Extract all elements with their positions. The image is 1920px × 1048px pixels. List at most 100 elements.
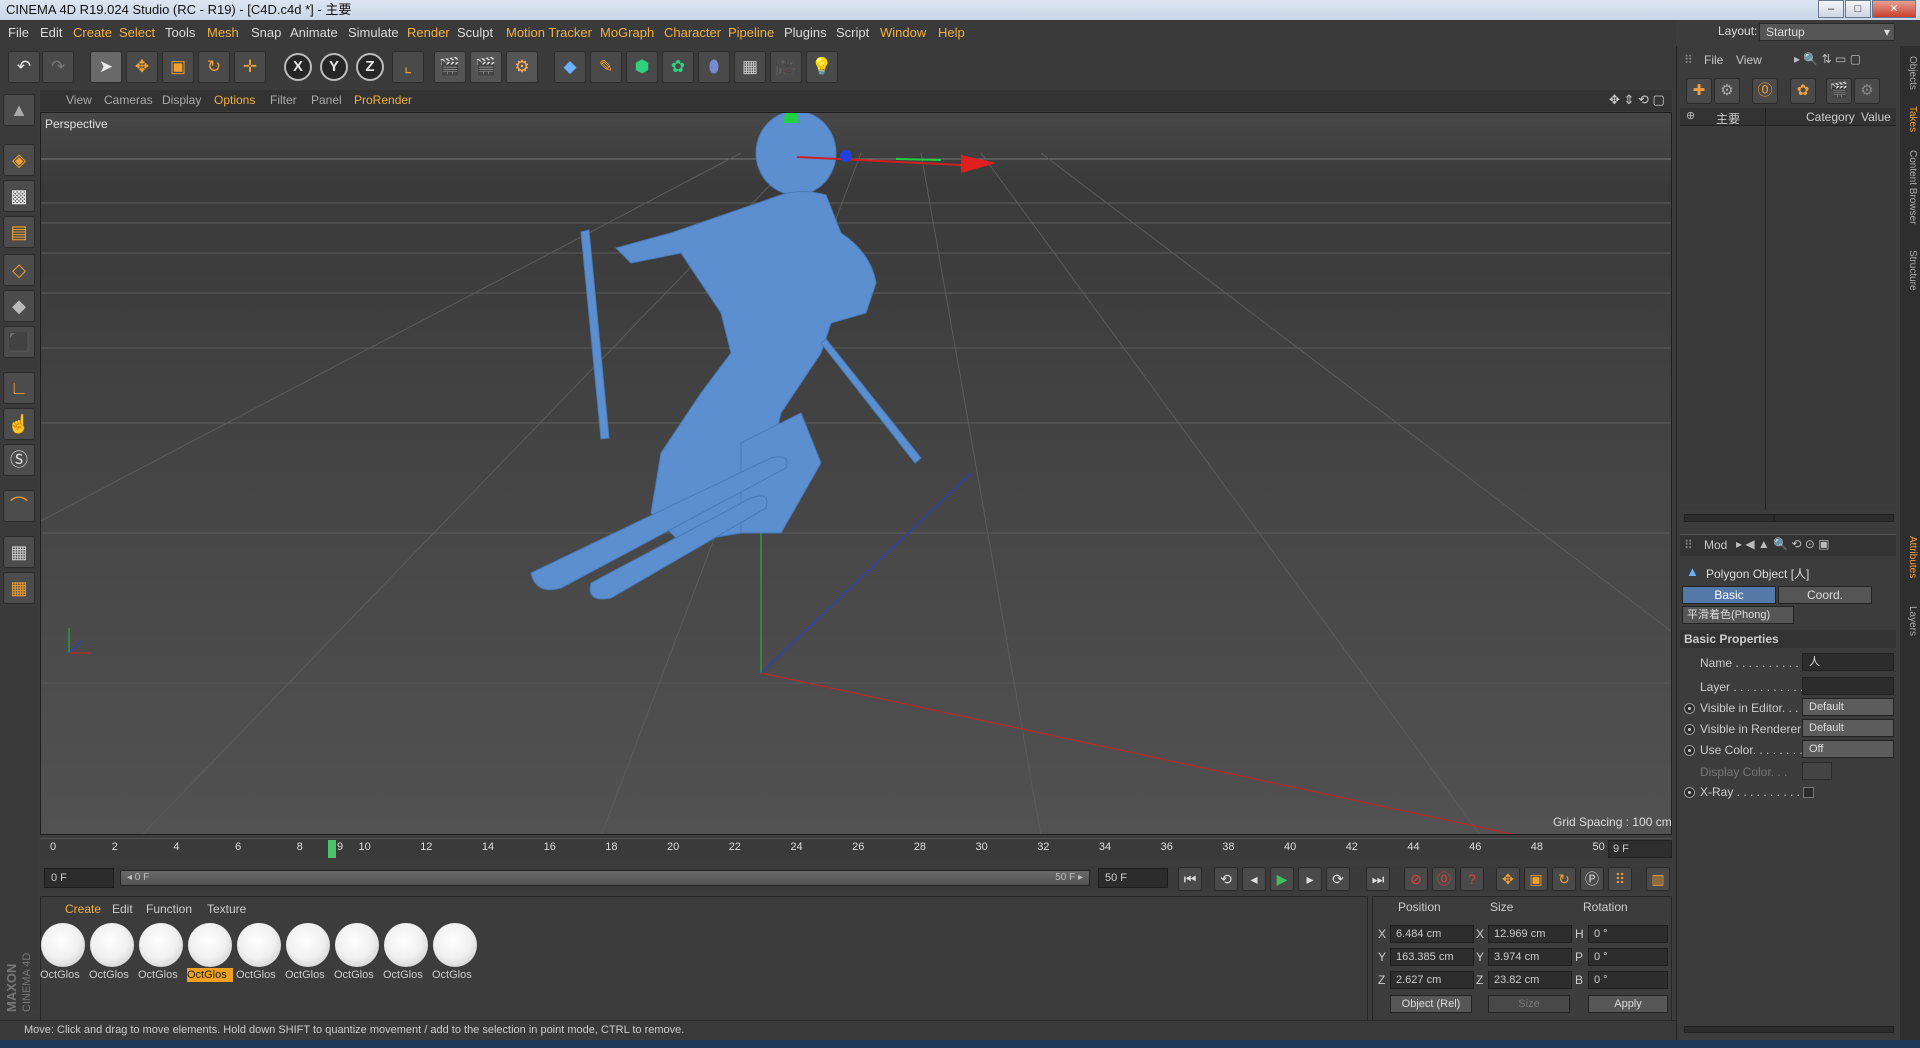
material-menu-texture[interactable]: Texture <box>207 902 246 916</box>
planar-workplane-icon[interactable]: ▦ <box>3 572 35 604</box>
axis-mode-icon[interactable]: ∟ <box>3 372 35 404</box>
minimize-button[interactable]: – <box>1818 0 1844 18</box>
takes-icon[interactable]: ⓪ <box>1752 78 1778 104</box>
z-axis-lock-icon[interactable]: Z <box>356 53 384 81</box>
xray-checkbox[interactable] <box>1803 787 1814 798</box>
viewport-menu-panel[interactable]: Panel <box>311 93 342 107</box>
timeline-window-icon[interactable]: ▥ <box>1646 867 1670 891</box>
size-z-field[interactable]: 23.82 cm <box>1488 971 1572 989</box>
size-x-field[interactable]: 12.969 cm <box>1488 925 1572 943</box>
objects-menu-view[interactable]: View <box>1736 53 1762 67</box>
previous-frame-icon[interactable]: ◂ <box>1242 867 1266 891</box>
viewport-menu-prorender[interactable]: ProRender <box>354 93 412 107</box>
tab-coord[interactable]: Coord. <box>1778 586 1872 604</box>
points-mode-icon[interactable]: ◇ <box>3 254 35 286</box>
viewport-menu-display[interactable]: Display <box>162 93 201 107</box>
key-rotation-icon[interactable]: ↻ <box>1552 867 1576 891</box>
menu-character[interactable]: Character <box>664 25 721 41</box>
solo-icon[interactable]: Ⓢ <box>3 444 35 476</box>
render-picture-viewer-icon[interactable]: 🎬 <box>470 51 502 83</box>
visible-editor-radio[interactable] <box>1684 703 1695 714</box>
use-color-radio[interactable] <box>1684 745 1695 756</box>
menu-file[interactable]: File <box>8 25 29 41</box>
pen-icon[interactable]: ✎ <box>590 51 622 83</box>
override-icon[interactable]: ✿ <box>1790 78 1816 104</box>
horizontal-scrollbar[interactable] <box>1684 514 1774 522</box>
coordinate-system-icon[interactable]: ⌞ <box>392 51 424 83</box>
current-frame-field[interactable]: 9 F <box>1608 840 1672 858</box>
y-axis-lock-icon[interactable]: Y <box>320 53 348 81</box>
position-z-field[interactable]: 2.627 cm <box>1390 971 1474 989</box>
menu-help[interactable]: Help <box>938 25 965 41</box>
frame-range-slider[interactable]: ◂ 0 F 50 F ▸ <box>120 870 1090 886</box>
position-y-field[interactable]: 163.385 cm <box>1390 948 1474 966</box>
attributes-nav-icons[interactable]: ▸ ◀ ▲ 🔍 ⟲ ⊙ ▣ <box>1736 537 1830 551</box>
object-tag-icon[interactable]: ⚙ <box>1714 78 1740 104</box>
xray-radio[interactable] <box>1684 787 1695 798</box>
tab-phong[interactable]: 平滑着色(Phong) <box>1682 606 1794 624</box>
menu-sculpt[interactable]: Sculpt <box>457 25 493 41</box>
attributes-mode-menu[interactable]: Mod <box>1704 538 1727 552</box>
cloner-icon[interactable]: ✿ <box>662 51 694 83</box>
menu-mograph[interactable]: MoGraph <box>600 25 654 41</box>
deformer-icon[interactable]: ⬮ <box>698 51 730 83</box>
objects-list[interactable] <box>1680 126 1896 510</box>
viewport-menu-cameras[interactable]: Cameras <box>104 93 153 107</box>
side-tab-objects[interactable]: Objects <box>1902 56 1918 90</box>
material-swatch[interactable]: OctGlos <box>138 922 184 982</box>
menu-create[interactable]: Create <box>73 25 112 41</box>
menu-simulate[interactable]: Simulate <box>348 25 399 41</box>
material-swatch[interactable]: OctGlos <box>285 922 331 982</box>
model-mode-icon[interactable]: ◈ <box>3 144 35 176</box>
playhead[interactable] <box>328 840 336 858</box>
objects-menu-file[interactable]: File <box>1704 53 1723 67</box>
subdivision-icon[interactable]: ⬢ <box>626 51 658 83</box>
tab-basic[interactable]: Basic <box>1682 586 1776 604</box>
key-pla-icon[interactable]: ⠿ <box>1608 867 1632 891</box>
menu-pipeline[interactable]: Pipeline <box>728 25 774 41</box>
viewport-menu-filter[interactable]: Filter <box>270 93 297 107</box>
rotation-h-field[interactable]: 0 ° <box>1588 925 1668 943</box>
viewport-nav-icon[interactable]: ✥ ⇕ ⟲ ▢ <box>1609 92 1665 108</box>
cube-icon[interactable]: ◆ <box>554 51 586 83</box>
rotation-p-field[interactable]: 0 ° <box>1588 948 1668 966</box>
key-scale-icon[interactable]: ▣ <box>1524 867 1548 891</box>
floor-icon[interactable]: ▦ <box>734 51 766 83</box>
key-parameter-icon[interactable]: Ⓟ <box>1580 867 1604 891</box>
keyframe-selection-icon[interactable]: ? <box>1460 867 1484 891</box>
attributes-scrollbar[interactable] <box>1684 1026 1894 1033</box>
take-expand-icon[interactable]: ⊕ <box>1686 109 1695 122</box>
end-frame-field[interactable]: 50 F <box>1098 868 1168 888</box>
material-menu-function[interactable]: Function <box>146 902 192 916</box>
menu-edit[interactable]: Edit <box>40 25 62 41</box>
render-take-icon[interactable]: 🎬 <box>1826 78 1852 104</box>
material-swatch[interactable]: OctGlos <box>89 922 135 982</box>
visible-editor-select[interactable]: Default <box>1802 698 1894 716</box>
start-frame-field[interactable]: 0 F <box>44 868 114 888</box>
material-swatch[interactable]: OctGlos <box>236 922 282 982</box>
x-axis-lock-icon[interactable]: X <box>284 53 312 81</box>
display-color-swatch[interactable] <box>1802 762 1832 780</box>
go-to-start-icon[interactable]: ⏮ <box>1178 867 1202 891</box>
polygons-mode-icon[interactable]: ⬛ <box>3 326 35 358</box>
workplane-lock-icon[interactable]: ▦ <box>3 536 35 568</box>
previous-key-icon[interactable]: ⟲ <box>1214 867 1238 891</box>
menu-animate[interactable]: Animate <box>290 25 338 41</box>
render-view-icon[interactable]: 🎬 <box>434 51 466 83</box>
maximize-button[interactable]: □ <box>1845 0 1871 18</box>
side-tab-layers[interactable]: Layers <box>1902 606 1918 636</box>
light-icon[interactable]: 💡 <box>806 51 838 83</box>
snap-icon[interactable]: ⌒ <box>3 490 35 522</box>
render-settings-icon[interactable]: ⚙ <box>506 51 538 83</box>
move-icon[interactable]: ✥ <box>126 51 158 83</box>
menu-motion-tracker[interactable]: Motion Tracker <box>506 25 592 41</box>
side-tab-attributes[interactable]: Attributes <box>1902 536 1918 578</box>
side-tab-takes[interactable]: Takes <box>1902 106 1918 132</box>
use-color-select[interactable]: Off <box>1802 740 1894 758</box>
material-menu-edit[interactable]: Edit <box>112 902 133 916</box>
material-swatch-selected[interactable]: OctGlos <box>187 922 233 982</box>
material-swatch[interactable]: OctGlos <box>432 922 478 982</box>
main-take-label[interactable]: 主要 <box>1716 110 1740 127</box>
add-object-icon[interactable]: ✚ <box>1686 78 1712 104</box>
menu-tools[interactable]: Tools <box>165 25 195 41</box>
